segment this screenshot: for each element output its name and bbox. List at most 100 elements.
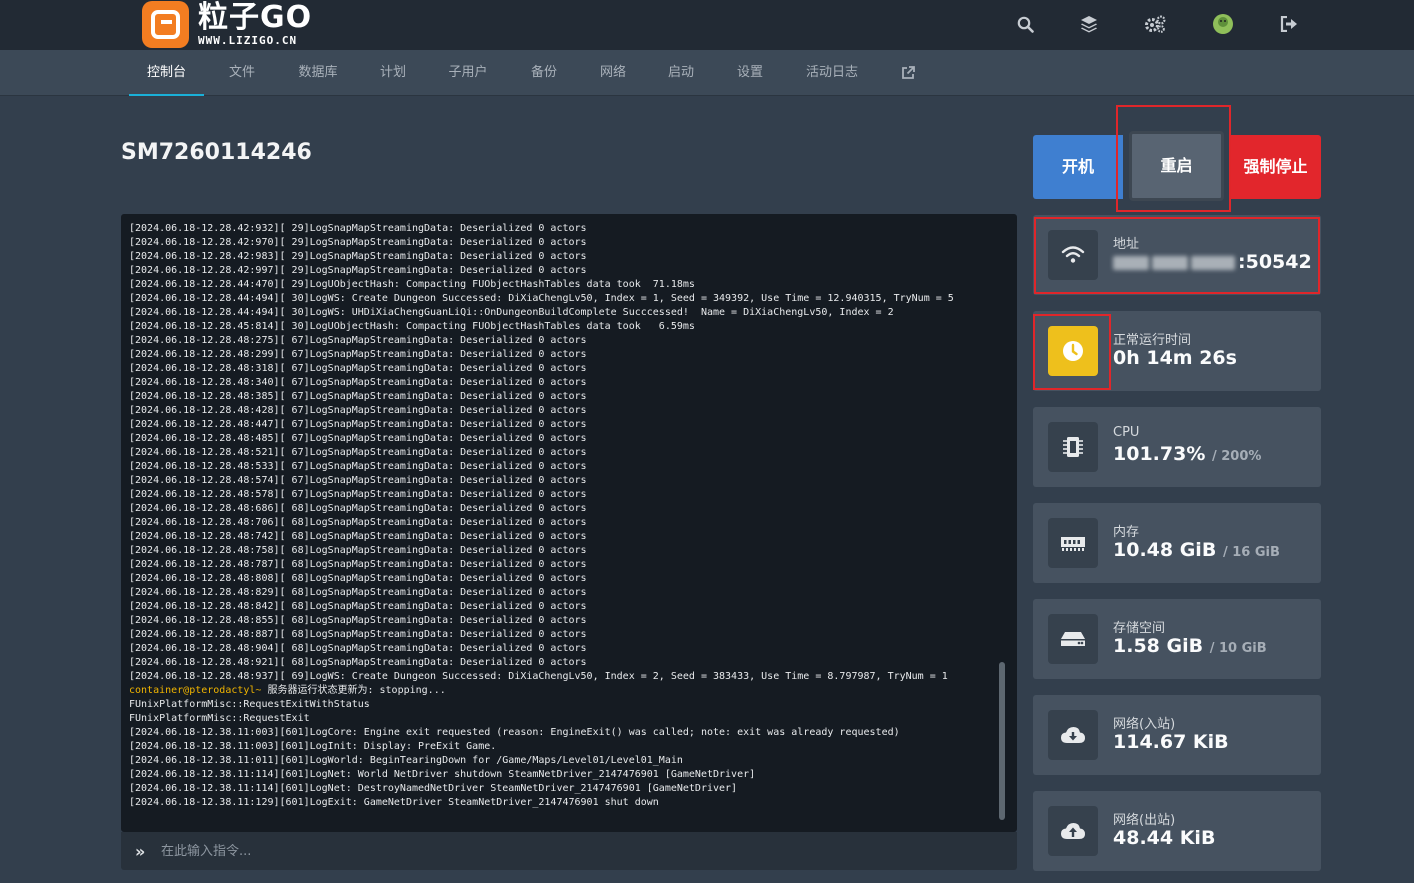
console-line: [2024.06.18-12.28.48:787][ 68]LogSnapMap…: [129, 559, 587, 570]
console-line: [2024.06.18-12.28.48:686][ 68]LogSnapMap…: [129, 503, 587, 514]
console-line: container@pterodactyl~ 服务器运行状态更新为: stopp…: [129, 684, 997, 698]
console-line: [2024.06.18-12.28.48:533][ 67]LogSnapMap…: [129, 461, 587, 472]
stat-current: 101.73%: [1113, 443, 1206, 465]
layers-icon[interactable]: [1077, 12, 1101, 36]
stat-label: 网络(出站): [1113, 813, 1176, 828]
console-line: [2024.06.18-12.28.48:904][ 68]LogSnapMap…: [129, 643, 587, 654]
console-line: [2024.06.18-12.38.11:003][601]LogInit: D…: [129, 741, 497, 752]
nav-settings[interactable]: 设置: [726, 50, 774, 96]
stat-value: 48.44 KiB: [1113, 827, 1216, 849]
search-icon[interactable]: [1013, 12, 1037, 36]
stat-value: 10.48 GiB / 16 GiB: [1113, 539, 1280, 561]
kill-button[interactable]: 强制停止: [1230, 135, 1321, 199]
nav-databases[interactable]: 数据库: [288, 50, 348, 96]
memory-icon: [1048, 518, 1098, 568]
stat-label: 存储空间: [1113, 621, 1166, 636]
console-line: [2024.06.18-12.38.11:114][601]LogNet: De…: [129, 783, 738, 794]
console-line: FUnixPlatformMisc::RequestExitWithStatus: [129, 699, 370, 710]
stat-current: 1.58 GiB: [1113, 635, 1204, 657]
console-line: [2024.06.18-12.38.11:114][601]LogNet: Wo…: [129, 769, 756, 780]
restart-button[interactable]: 重启: [1129, 131, 1224, 201]
nav-subusers[interactable]: 子用户: [438, 50, 498, 96]
stat-label: CPU: [1113, 425, 1140, 440]
console-line: [2024.06.18-12.28.48:706][ 68]LogSnapMap…: [129, 517, 587, 528]
console-line: [2024.06.18-12.28.48:299][ 67]LogSnapMap…: [129, 349, 587, 360]
console-line: [2024.06.18-12.28.48:318][ 67]LogSnapMap…: [129, 363, 587, 374]
redacted-ip: [1152, 255, 1188, 270]
console-scrollbar[interactable]: [999, 662, 1005, 820]
nav-schedules[interactable]: 计划: [369, 50, 417, 96]
console-line: [2024.06.18-12.28.48:742][ 68]LogSnapMap…: [129, 531, 587, 542]
nav-console[interactable]: 控制台: [129, 50, 204, 96]
stat-limit: / 10 GiB: [1209, 641, 1267, 656]
address-port: :50542: [1238, 251, 1312, 273]
console-line: [2024.06.18-12.28.48:574][ 67]LogSnapMap…: [129, 475, 587, 486]
console-line: [2024.06.18-12.38.11:003][601]LogCore: E…: [129, 727, 900, 738]
nav-external[interactable]: [894, 50, 922, 96]
console-line: [2024.06.18-12.28.48:385][ 67]LogSnapMap…: [129, 391, 587, 402]
console-line: [2024.06.18-12.38.11:129][601]LogExit: G…: [129, 797, 659, 808]
console-prompt: container@pterodactyl~: [129, 685, 262, 696]
console-line: [2024.06.18-12.28.42:970][ 29]LogSnapMap…: [129, 237, 587, 248]
console-line: FUnixPlatformMisc::RequestExit: [129, 713, 310, 724]
logout-icon[interactable]: [1277, 12, 1301, 36]
start-button[interactable]: 开机: [1033, 135, 1123, 199]
console-line: [2024.06.18-12.28.48:937][ 69]LogWS: Cre…: [129, 671, 948, 682]
nav-startup[interactable]: 启动: [657, 50, 705, 96]
nav-files[interactable]: 文件: [218, 50, 266, 96]
external-link-icon: [901, 65, 915, 80]
stat-value: 1.58 GiB / 10 GiB: [1113, 635, 1267, 657]
stat-value: 0h 14m 26s: [1113, 347, 1237, 369]
console-line: [2024.06.18-12.28.48:921][ 68]LogSnapMap…: [129, 657, 587, 668]
stat-value: 101.73% / 200%: [1113, 443, 1261, 465]
console-output[interactable]: [2024.06.18-12.28.42:932][ 29]LogSnapMap…: [121, 214, 1017, 832]
console-line: [2024.06.18-12.28.48:855][ 68]LogSnapMap…: [129, 615, 587, 626]
console-line: [2024.06.18-12.28.48:521][ 67]LogSnapMap…: [129, 447, 587, 458]
avatar[interactable]: [1211, 12, 1235, 36]
console-line: [2024.06.18-12.28.44:494][ 30]LogWS: UHD…: [129, 307, 894, 318]
nav-network[interactable]: 网络: [589, 50, 637, 96]
console-line: [2024.06.18-12.28.44:470][ 29]LogUObject…: [129, 279, 695, 290]
stat-limit: / 200%: [1211, 449, 1262, 464]
stat-memory: 内存 10.48 GiB / 16 GiB: [1033, 503, 1321, 583]
nav-backups[interactable]: 备份: [520, 50, 568, 96]
console-line: [2024.06.18-12.28.48:447][ 67]LogSnapMap…: [129, 419, 587, 430]
cpu-icon: [1048, 422, 1098, 472]
console-line: [2024.06.18-12.28.48:428][ 67]LogSnapMap…: [129, 405, 587, 416]
console-line: [2024.06.18-12.28.48:808][ 68]LogSnapMap…: [129, 573, 587, 584]
console-line: [2024.06.18-12.28.44:494][ 30]LogWS: Cre…: [129, 293, 954, 304]
stat-current: 10.48 GiB: [1113, 539, 1217, 561]
console-line: [2024.06.18-12.28.48:275][ 67]LogSnapMap…: [129, 335, 587, 346]
chevron-double-right-icon: »: [135, 841, 146, 861]
console-line: [2024.06.18-12.28.45:814][ 30]LogUObject…: [129, 321, 695, 332]
stat-value[interactable]: :50542: [1113, 251, 1312, 273]
console-line: [2024.06.18-12.28.48:829][ 68]LogSnapMap…: [129, 587, 587, 598]
cloud-download-icon: [1048, 710, 1098, 760]
cogs-icon[interactable]: [1143, 12, 1167, 36]
stat-label: 网络(入站): [1113, 717, 1176, 732]
stat-address: 地址 :50542: [1033, 215, 1321, 295]
main-nav: 控制台 文件 数据库 计划 子用户 备份 网络 启动 设置 活动日志: [0, 50, 1414, 96]
stat-label: 正常运行时间: [1113, 333, 1192, 348]
stat-value: 114.67 KiB: [1113, 731, 1229, 753]
console-line: [2024.06.18-12.28.48:758][ 68]LogSnapMap…: [129, 545, 587, 556]
nav-activity-log[interactable]: 活动日志: [796, 50, 868, 96]
console-line: [2024.06.18-12.28.48:485][ 67]LogSnapMap…: [129, 433, 587, 444]
console-line: [2024.06.18-12.28.48:842][ 68]LogSnapMap…: [129, 601, 587, 612]
stat-limit: / 16 GiB: [1222, 545, 1280, 560]
command-input[interactable]: [161, 843, 981, 859]
stat-label: 内存: [1113, 525, 1140, 540]
command-bar: »: [121, 832, 1017, 870]
console-log: [2024.06.18-12.28.42:932][ 29]LogSnapMap…: [129, 222, 997, 810]
server-name: SM7260114246: [121, 140, 312, 165]
stat-uptime: 正常运行时间 0h 14m 26s: [1033, 311, 1321, 391]
clock-icon: [1048, 326, 1098, 376]
wifi-icon: [1048, 230, 1098, 280]
console-line: [2024.06.18-12.28.48:340][ 67]LogSnapMap…: [129, 377, 587, 388]
console-line-text: 服务器运行状态更新为: stopping...: [261, 685, 446, 696]
console-line: [2024.06.18-12.28.48:887][ 68]LogSnapMap…: [129, 629, 587, 640]
stat-network-out: 网络(出站) 48.44 KiB: [1033, 791, 1321, 871]
stat-cpu: CPU 101.73% / 200%: [1033, 407, 1321, 487]
top-bar: 粒子GO WWW.LIZIGO.CN: [0, 0, 1414, 50]
cloud-upload-icon: [1048, 806, 1098, 856]
